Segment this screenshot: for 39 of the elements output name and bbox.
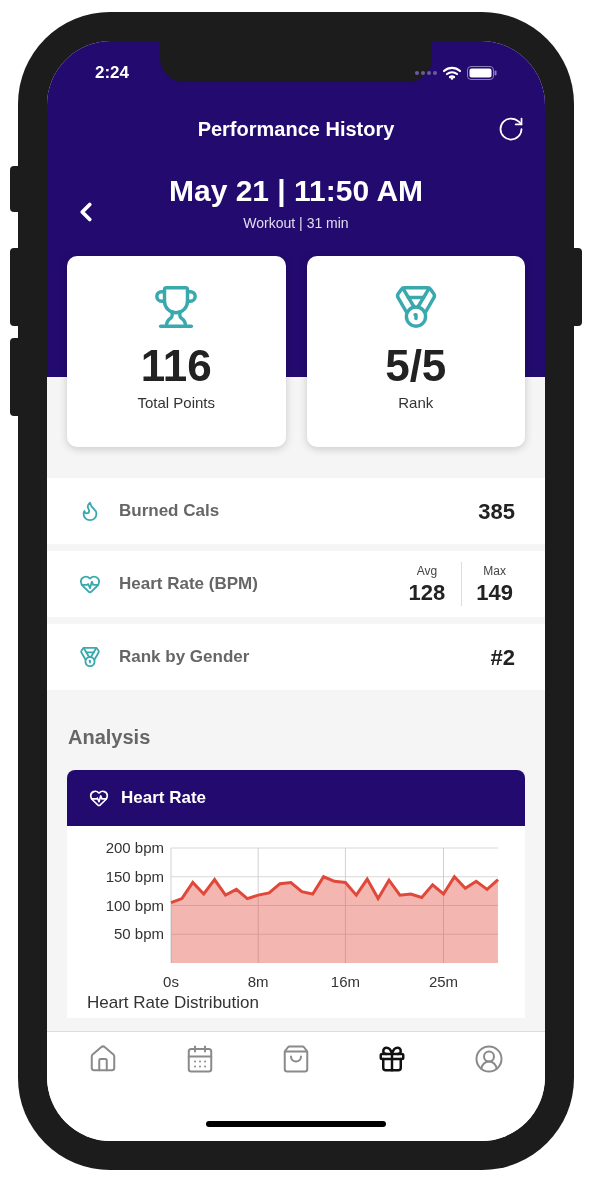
gift-icon [377, 1044, 408, 1074]
stat-value: #2 [490, 643, 515, 672]
stat-sub-label: Avg [416, 563, 438, 580]
axis-label: 50 bpm [113, 925, 164, 943]
stat-value: 385 [478, 497, 515, 526]
card-label: Rank [398, 393, 434, 413]
axis-label: 100 bpm [105, 896, 164, 914]
workout-subtitle: Workout | 31 min [243, 214, 349, 233]
card-value: 116 [140, 340, 212, 392]
axis-label: 8m [247, 973, 269, 990]
medal-icon [79, 646, 101, 668]
workout-date: May 21 | 11:50 AM [168, 173, 424, 209]
axis-label: 16m [330, 973, 360, 990]
section-title: Heart Rate Distribution [87, 993, 259, 1012]
refresh-icon [497, 115, 525, 143]
stat-value: 128 [408, 580, 446, 606]
stat-value: 149 [476, 580, 513, 606]
stat-label: Burned Cals [119, 500, 221, 523]
card-value: 5/5 [385, 340, 447, 392]
heart-pulse-icon [79, 573, 101, 595]
card-label: Total Points [137, 393, 215, 413]
wifi-icon [443, 66, 461, 80]
stat-sub-label: Max [483, 563, 506, 580]
axis-label: 0s [163, 973, 179, 990]
stat-label: Rank by Gender [119, 646, 251, 669]
refresh-button[interactable] [497, 115, 525, 143]
heart-pulse-icon [89, 788, 109, 808]
axis-label: 25m [428, 973, 459, 990]
status-time: 2:24 [95, 62, 130, 85]
axis-label: 200 bpm [105, 839, 164, 856]
signal-icon [415, 71, 437, 75]
battery-icon [467, 66, 497, 80]
stat-label: Heart Rate (BPM) [119, 573, 259, 596]
screen-title: Performance History [197, 117, 395, 142]
chart-card-title: Heart Rate [121, 787, 207, 810]
section-title: Analysis [67, 725, 152, 750]
trophy-icon [153, 284, 200, 330]
user-icon [473, 1044, 504, 1074]
axis-label: 150 bpm [105, 867, 164, 885]
